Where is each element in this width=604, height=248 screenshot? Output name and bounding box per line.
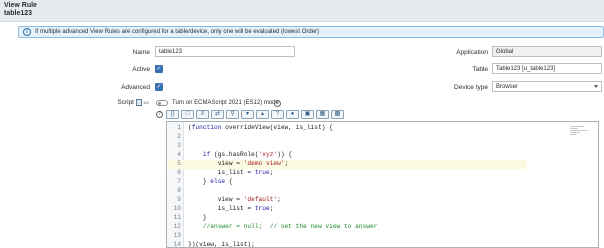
code-line[interactable]: 8 [167,187,527,196]
line-number: 2 [177,133,181,140]
code-line[interactable]: 3 [167,142,527,151]
code-line[interactable]: 13 [167,232,527,241]
help-icon-btn[interactable]: ? [271,110,284,119]
format-icon[interactable]: {} [166,110,179,119]
export-icon[interactable]: ▩ [331,110,344,119]
form-header: View Rule table123 [0,0,604,22]
save-icon[interactable]: ▣ [301,110,314,119]
code-text: view = 'demo view'; [188,160,289,167]
device-type-label: Device type [454,84,488,91]
code-editor[interactable]: 1 (function overrideView(view, is_list) {… [166,121,599,248]
device-type-value: Browser [496,84,519,90]
line-number: 8 [177,187,181,194]
table-label: Table [472,66,488,73]
record-name: table123 [4,10,33,17]
line-number: 6 [177,169,181,176]
active-label: Active [132,66,150,73]
fullscreen-icon[interactable]: ▦ [316,110,329,119]
replace-icon[interactable]: ⇄ [211,110,224,119]
line-number: 9 [177,196,181,203]
code-line[interactable]: 4 if (gs.hasRole('xyz')) { [167,151,527,160]
info-icon: i [23,28,31,36]
help-icon[interactable]: ? [274,100,281,107]
line-number: 12 [173,223,181,230]
code-text: (function overrideView(view, is_list) { [188,124,333,131]
line-number: 14 [173,241,181,248]
line-number: 13 [173,232,181,239]
globe-icon[interactable]: ● [286,110,299,119]
editor-minimap[interactable] [570,126,592,140]
code-line[interactable]: 10 is_list = true; [167,205,527,214]
code-text: if (gs.hasRole('xyz')) { [202,151,293,158]
search-icon[interactable]: ⚲ [226,110,239,119]
advanced-checkbox[interactable]: ✓ [155,83,163,91]
find-next-icon[interactable]: ▾ [241,110,254,119]
info-message: If multiple advanced View Rules are conf… [35,29,320,35]
active-checkbox[interactable]: ✓ [155,65,163,73]
advanced-label: Advanced [121,84,150,91]
script-lines-icon: 1/5 [143,100,149,105]
table-field[interactable]: Table123 [u_table123] [492,63,602,74]
code-text: } [188,214,207,221]
code-line[interactable]: 1 (function overrideView(view, is_list) { [167,124,527,133]
name-label: Name [132,49,150,56]
tree-icon[interactable]: ≡ [196,110,209,119]
line-number: 7 [177,178,181,185]
info-banner: i If multiple advanced View Rules are co… [18,26,604,38]
code-line[interactable]: 6 is_list = true; [167,169,527,178]
code-line[interactable]: 9 view = 'default'; [167,196,527,205]
line-number: 5 [177,160,181,167]
form-title: View Rule [4,2,37,9]
device-type-select[interactable]: Browser [492,81,602,92]
application-field: Global [492,46,602,57]
line-number: 3 [177,142,181,149]
code-line[interactable]: 12 //answer = null; // set the new view … [167,223,527,232]
line-number: 1 [177,124,181,131]
code-text: is_list = true; [188,169,274,176]
code-text: })(view, is_list); [188,241,255,248]
application-label: Application [456,49,488,56]
editor-toolbar: {} □ ≡ ⇄ ⚲ ▾ ▴ ? ● ▣ ▦ ▩ [166,110,344,120]
es12-toggle-label: Turn on ECMAScript 2021 (ES12) mode [172,100,279,106]
name-field[interactable]: table123 [155,46,295,57]
code-text: //answer = null; // set the new view to … [202,223,378,230]
code-text: is_list = true; [188,205,274,212]
es12-toggle[interactable] [156,100,168,106]
chevron-down-icon [594,85,598,88]
find-prev-icon[interactable]: ▴ [256,110,269,119]
line-number: 11 [173,214,181,221]
code-text: view = 'default'; [188,196,281,203]
code-line[interactable]: 5 view = 'demo view'; [167,160,527,169]
script-info-icon[interactable] [136,99,142,106]
line-number: 4 [177,151,181,158]
line-number: 10 [173,205,181,212]
code-line[interactable]: 14 })(view, is_list); [167,241,527,248]
code-line[interactable]: 2 [167,133,527,142]
toolbar-help-icon[interactable]: ? [156,111,163,118]
code-line[interactable]: 11 } [167,214,527,223]
comment-icon[interactable]: □ [181,110,194,119]
code-line[interactable]: 7 } else { [167,178,527,187]
code-text: } else { [188,178,233,185]
script-label: Script [117,99,134,106]
